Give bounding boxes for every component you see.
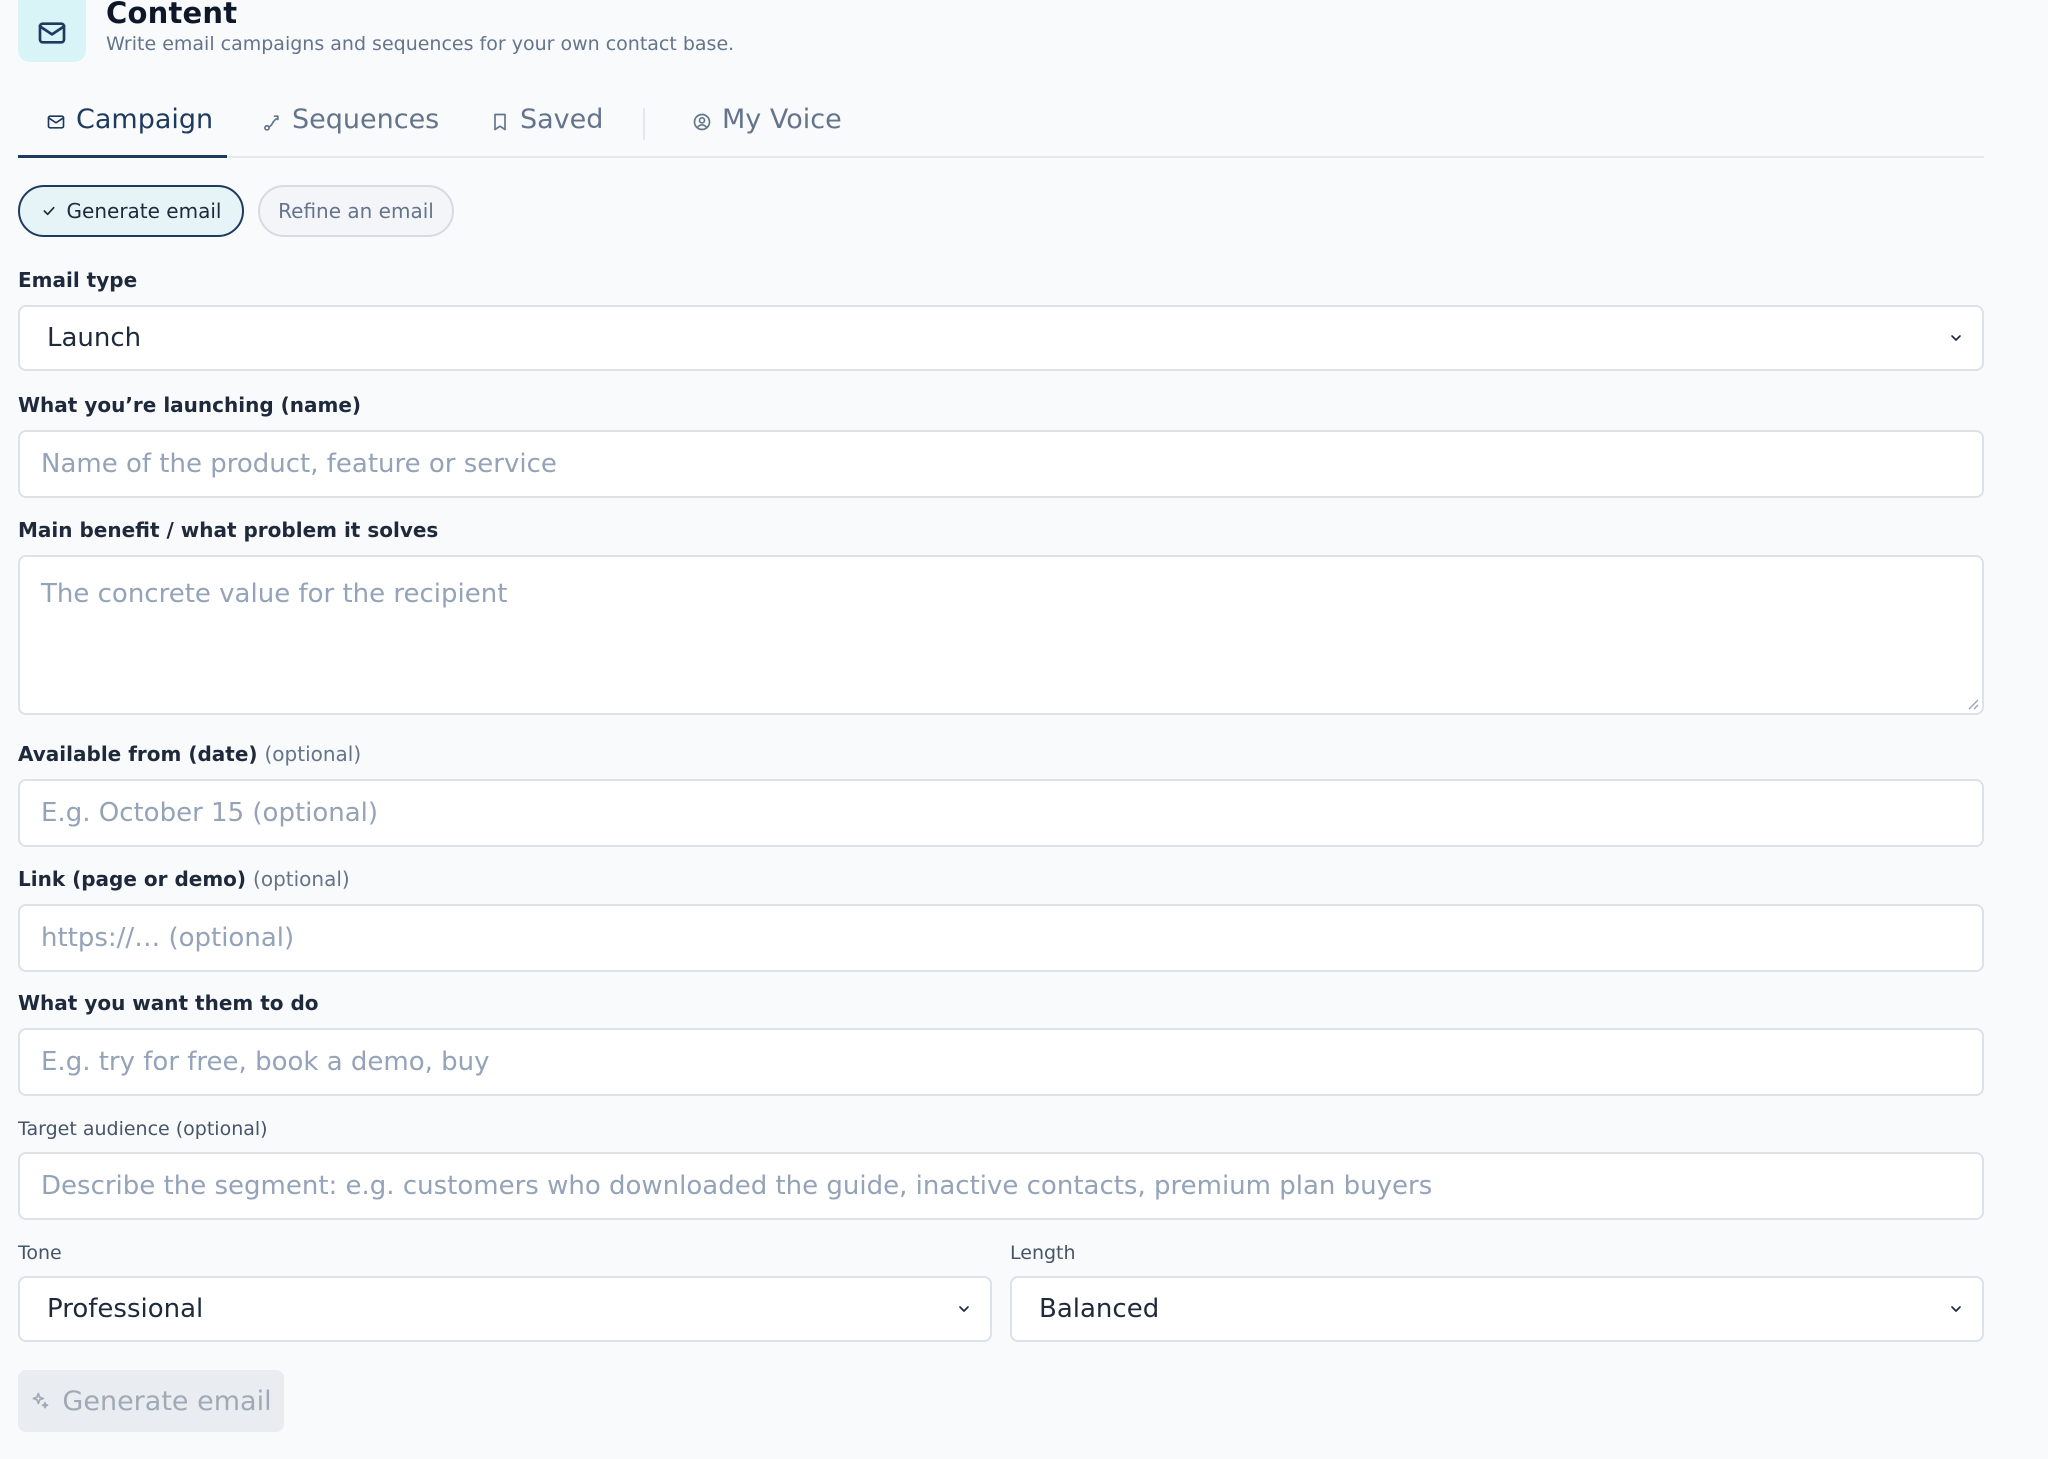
cta-label: What you want them to do xyxy=(18,991,319,1015)
sparkles-icon xyxy=(32,1392,49,1409)
generate-mode-label: Generate email xyxy=(66,199,222,223)
cta-input[interactable]: E.g. try for free, book a demo, buy xyxy=(18,1028,1984,1096)
chevron-down-icon xyxy=(959,1306,969,1312)
tab-label: Sequences xyxy=(292,104,440,135)
email-type-select[interactable]: Launch xyxy=(18,305,1984,371)
tab-label: My Voice xyxy=(722,104,842,135)
length-value: Balanced xyxy=(1039,1294,1160,1324)
link-placeholder: https://… (optional) xyxy=(41,923,295,953)
tab-campaign[interactable]: Campaign xyxy=(18,104,227,158)
page-title: Content xyxy=(106,0,238,30)
audience-label: Target audience (optional) xyxy=(18,1118,268,1140)
tone-label: Tone xyxy=(18,1242,62,1264)
audience-input[interactable]: Describe the segment: e.g. customers who… xyxy=(18,1152,1984,1220)
tab-label: Campaign xyxy=(76,104,214,135)
link-input[interactable]: https://… (optional) xyxy=(18,904,1984,972)
optional-hint: (optional) xyxy=(264,742,362,766)
available-from-placeholder: E.g. October 15 (optional) xyxy=(41,798,379,828)
length-label: Length xyxy=(1010,1242,1076,1264)
link-label-text: Link (page or demo) xyxy=(18,867,247,891)
optional-hint: (optional) xyxy=(253,867,350,891)
generate-email-button[interactable]: Generate email xyxy=(18,1370,284,1432)
tab-divider xyxy=(643,108,645,140)
mail-icon xyxy=(46,112,66,132)
page-subtitle: Write email campaigns and sequences for … xyxy=(106,33,735,55)
email-type-label: Email type xyxy=(18,268,138,292)
tab-label: Saved xyxy=(520,104,604,135)
available-from-label: Available from (date) (optional) xyxy=(18,742,361,766)
email-type-value: Launch xyxy=(47,323,142,353)
main-benefit-textarea[interactable]: The concrete value for the recipient xyxy=(18,555,1984,715)
main-benefit-placeholder: The concrete value for the recipient xyxy=(41,579,508,609)
refine-mode-label: Refine an email xyxy=(278,199,434,223)
tone-value: Professional xyxy=(47,1294,204,1324)
bookmark-icon xyxy=(490,112,510,132)
mail-icon xyxy=(38,22,66,44)
generate-email-mode-button[interactable]: Generate email xyxy=(18,185,244,237)
tab-my-voice[interactable]: My Voice xyxy=(692,104,842,156)
main-benefit-label: Main benefit / what problem it solves xyxy=(18,518,439,542)
tab-sequences[interactable]: Sequences xyxy=(262,104,439,156)
tone-select[interactable]: Professional xyxy=(18,1276,992,1342)
refine-email-mode-button[interactable]: Refine an email xyxy=(258,185,454,237)
available-from-label-text: Available from (date) xyxy=(18,742,258,766)
route-icon xyxy=(262,112,282,132)
launch-name-placeholder: Name of the product, feature or service xyxy=(41,449,557,479)
available-from-input[interactable]: E.g. October 15 (optional) xyxy=(18,779,1984,847)
resize-handle-icon[interactable] xyxy=(1967,698,1979,710)
audience-placeholder: Describe the segment: e.g. customers who… xyxy=(41,1171,1433,1201)
launch-name-label: What you’re launching (name) xyxy=(18,393,362,417)
check-icon xyxy=(43,206,55,216)
user-circle-icon xyxy=(692,112,712,132)
content-header-icon xyxy=(18,0,86,62)
tab-bar: Campaign Sequences Saved My Voice xyxy=(18,104,1984,158)
chevron-down-icon xyxy=(1951,335,1961,341)
length-select[interactable]: Balanced xyxy=(1010,1276,1984,1342)
generate-email-button-label: Generate email xyxy=(62,1385,272,1417)
tab-saved[interactable]: Saved xyxy=(490,104,603,156)
cta-placeholder: E.g. try for free, book a demo, buy xyxy=(41,1047,490,1077)
chevron-down-icon xyxy=(1951,1306,1961,1312)
launch-name-input[interactable]: Name of the product, feature or service xyxy=(18,430,1984,498)
link-label: Link (page or demo) (optional) xyxy=(18,867,350,891)
